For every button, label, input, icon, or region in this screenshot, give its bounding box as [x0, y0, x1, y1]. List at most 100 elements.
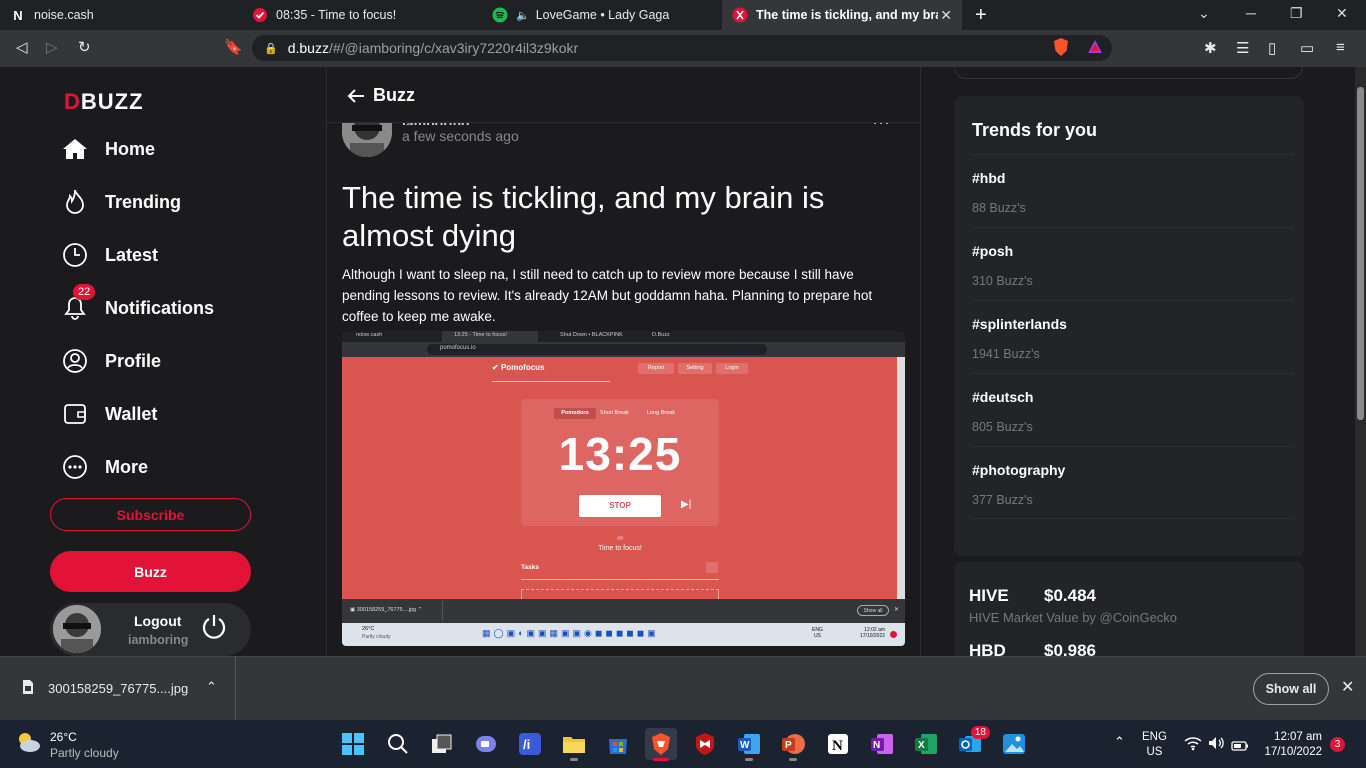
download-bar: 300158259_76775....jpg ⌃ Show all ✕: [0, 656, 1366, 720]
nav-profile[interactable]: Profile: [60, 347, 161, 375]
back-button[interactable]: Buzz: [347, 85, 415, 106]
close-download-bar-icon[interactable]: ✕: [1341, 677, 1354, 697]
task-view-icon[interactable]: [426, 728, 458, 760]
excel-icon[interactable]: X: [910, 728, 942, 760]
teams-chat-icon[interactable]: [470, 728, 502, 760]
playlist-icon[interactable]: ☰: [1236, 39, 1249, 57]
close-tab-icon[interactable]: ✕: [940, 7, 952, 24]
svg-text:/i: /i: [523, 737, 530, 752]
extensions-icon[interactable]: ✱: [1204, 39, 1217, 57]
word-icon[interactable]: W: [733, 728, 765, 761]
weather-widget[interactable]: 26°C Partly cloudy: [14, 730, 119, 760]
tab-title: LoveGame • Lady Gaga: [535, 8, 670, 22]
logout-label: Logout: [134, 613, 182, 629]
clock-time: 12:07 am: [1274, 731, 1322, 743]
chevron-up-icon[interactable]: ⌃: [206, 679, 217, 695]
img-setting: Setting: [678, 363, 712, 374]
browser-tab-bar: N noise.cash 08:35 - Time to focus! 🔈 Lo…: [0, 0, 1366, 30]
wifi-icon[interactable]: [1184, 735, 1202, 756]
tab-search-icon[interactable]: ⌄: [1198, 5, 1210, 22]
photos-icon[interactable]: [998, 728, 1030, 760]
power-icon[interactable]: [200, 613, 228, 641]
windows-taskbar: 26°C Partly cloudy /i W P N N X 18 ⌃ ENG…: [0, 720, 1366, 768]
bookmark-icon[interactable]: 🔖: [224, 38, 243, 56]
notification-center-badge[interactable]: 3: [1330, 737, 1345, 752]
address-bar[interactable]: 🔒 d.buzz/#/@iamboring/c/xav3iry7220r4il3…: [252, 35, 1112, 61]
hbd-label: HBD: [969, 641, 1006, 656]
tab-spotify[interactable]: 🔈 LoveGame • Lady Gaga: [482, 0, 720, 30]
mcafee-icon[interactable]: [689, 728, 721, 760]
nav-home[interactable]: Home: [60, 135, 155, 163]
header-title: Buzz: [373, 85, 415, 105]
img-url: pomofocus.io: [440, 345, 476, 351]
clock[interactable]: 12:07 am 17/10/2022: [1262, 730, 1322, 760]
nav-trending[interactable]: Trending: [60, 188, 181, 216]
nav-label: Notifications: [105, 297, 215, 318]
close-window-icon[interactable]: ✕: [1336, 5, 1348, 22]
onenote-icon[interactable]: N: [866, 728, 898, 760]
microsoft-store-icon[interactable]: [602, 728, 634, 760]
file-explorer-icon[interactable]: [558, 728, 590, 761]
tab-noise-cash[interactable]: N noise.cash: [0, 0, 240, 30]
bell-icon: 22: [60, 284, 96, 322]
dbuzz-logo[interactable]: DBUZZ: [64, 89, 144, 115]
svg-text:N: N: [873, 740, 880, 751]
trends-title: Trends for you: [972, 120, 1098, 140]
trend-count: 805 Buzz's: [972, 420, 1033, 434]
nav-latest[interactable]: Latest: [60, 241, 158, 269]
user-logout-box[interactable]: Logout iamboring: [50, 603, 251, 656]
search-icon[interactable]: [382, 728, 414, 760]
tab-pomofocus[interactable]: 08:35 - Time to focus!: [242, 0, 480, 30]
nav-more[interactable]: More: [60, 453, 148, 481]
input-language[interactable]: ENG US: [1142, 730, 1167, 760]
outlook-icon[interactable]: 18: [954, 726, 990, 760]
dbuzz-icon: [732, 7, 748, 23]
scrollbar-thumb[interactable]: [1357, 87, 1364, 420]
trend-count: 1941 Buzz's: [972, 347, 1040, 361]
sidebar-icon[interactable]: ▯: [1268, 39, 1276, 57]
minimize-icon[interactable]: ─: [1246, 5, 1256, 21]
battery-icon[interactable]: [1231, 738, 1249, 756]
img-report: Report: [638, 363, 674, 374]
img-session: #8: [616, 536, 624, 542]
tab-dbuzz[interactable]: The time is tickling, and my brain ✕: [722, 0, 962, 30]
tab-title: The time is tickling, and my brain: [756, 8, 938, 22]
new-tab-button[interactable]: +: [975, 4, 987, 27]
trend-item[interactable]: #photography 377 Buzz's: [972, 446, 1294, 519]
hive-value: $0.484: [1044, 586, 1096, 605]
back-icon[interactable]: ◁: [16, 38, 28, 56]
trend-item[interactable]: #posh 310 Buzz's: [972, 227, 1294, 300]
download-item[interactable]: 300158259_76775....jpg ⌃: [0, 657, 236, 720]
img-download-name: 300158259_76775....jpg: [356, 607, 417, 613]
user-icon: [60, 347, 90, 375]
trend-item[interactable]: #splinterlands 1941 Buzz's: [972, 300, 1294, 373]
page-scrollbar[interactable]: [1355, 67, 1366, 656]
buzz-button[interactable]: Buzz: [50, 551, 251, 592]
show-all-button[interactable]: Show all: [1253, 673, 1329, 705]
start-icon[interactable]: [337, 728, 369, 760]
notion-icon[interactable]: N: [822, 728, 854, 760]
logo-text: BUZZ: [80, 89, 144, 114]
chevron-up-icon[interactable]: ⌃: [1114, 734, 1125, 750]
brave-browser-icon[interactable]: [645, 728, 677, 761]
brave-shield-icon[interactable]: [1052, 37, 1070, 61]
trend-item[interactable]: #deutsch 805 Buzz's: [972, 373, 1294, 446]
img-timer: 13:25: [558, 428, 682, 480]
brave-rewards-icon[interactable]: [1086, 38, 1104, 60]
menu-icon[interactable]: ≡: [1336, 39, 1345, 56]
volume-icon[interactable]: [1207, 735, 1225, 756]
post-image[interactable]: noise.cash 13:25 - Time to focus! Shut D…: [342, 331, 905, 646]
page-content: DBUZZ Home Trending Latest 22 Notificati…: [0, 67, 1366, 656]
restore-icon[interactable]: ❐: [1290, 5, 1303, 22]
hp-smart-icon[interactable]: /i: [514, 728, 546, 760]
img-stop: STOP: [579, 495, 661, 517]
powerpoint-icon[interactable]: P: [777, 728, 809, 761]
subscribe-button[interactable]: Subscribe: [50, 498, 251, 531]
reload-icon[interactable]: ↻: [78, 38, 91, 56]
nav-notifications[interactable]: 22 Notifications: [60, 284, 215, 322]
forward-icon[interactable]: ▷: [46, 38, 58, 56]
search-box[interactable]: [954, 67, 1303, 79]
trend-item[interactable]: #hbd 88 Buzz's: [972, 154, 1294, 227]
wallet-icon[interactable]: ▭: [1300, 39, 1314, 57]
nav-wallet[interactable]: Wallet: [60, 400, 157, 428]
